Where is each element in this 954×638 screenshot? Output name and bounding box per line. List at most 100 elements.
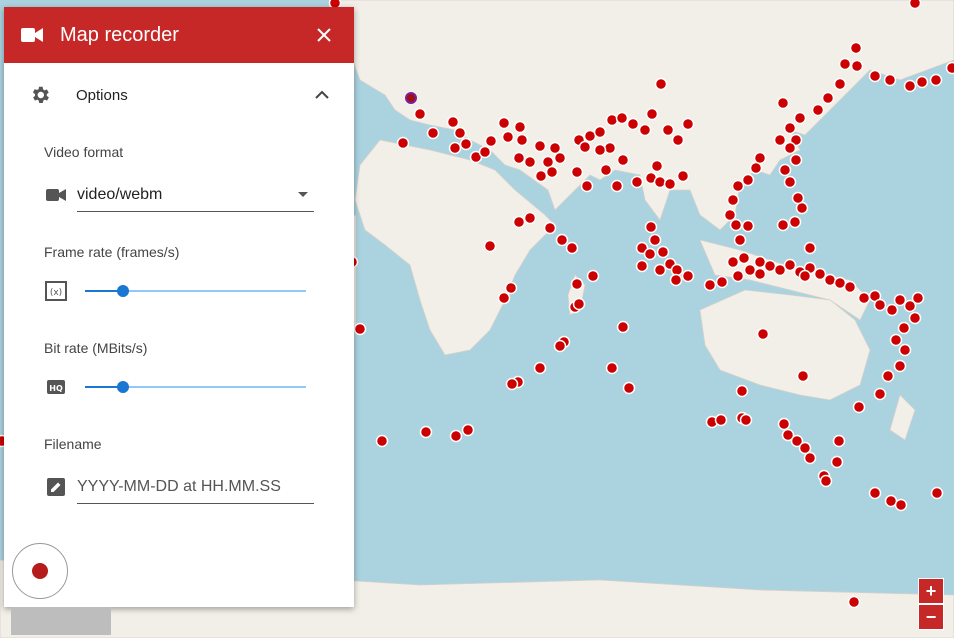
quake-marker[interactable] xyxy=(868,69,882,83)
quake-marker[interactable] xyxy=(663,177,677,191)
quake-marker[interactable] xyxy=(791,191,805,205)
quake-marker[interactable] xyxy=(453,126,467,140)
record-button[interactable] xyxy=(12,543,68,599)
quake-marker[interactable] xyxy=(741,173,755,187)
quake-marker[interactable] xyxy=(833,77,847,91)
quake-marker[interactable] xyxy=(448,141,462,155)
quake-marker[interactable] xyxy=(653,175,667,189)
quake-marker[interactable] xyxy=(504,281,518,295)
bit-rate-slider[interactable] xyxy=(85,377,306,397)
quake-marker[interactable] xyxy=(505,377,519,391)
quake-marker[interactable] xyxy=(930,486,944,500)
quake-marker[interactable] xyxy=(413,107,427,121)
quake-marker[interactable] xyxy=(565,241,579,255)
quake-marker[interactable] xyxy=(578,140,592,154)
quake-marker[interactable] xyxy=(570,277,584,291)
quake-marker[interactable] xyxy=(661,123,675,137)
quake-marker[interactable] xyxy=(857,291,871,305)
quake-marker[interactable] xyxy=(915,75,929,89)
quake-marker-selected[interactable] xyxy=(405,92,417,104)
quake-marker[interactable] xyxy=(515,133,529,147)
quake-marker[interactable] xyxy=(830,455,844,469)
quake-marker[interactable] xyxy=(843,280,857,294)
quake-marker[interactable] xyxy=(929,73,943,87)
quake-marker[interactable] xyxy=(813,267,827,281)
quake-marker[interactable] xyxy=(610,179,624,193)
quake-marker[interactable] xyxy=(850,59,864,73)
quake-marker[interactable] xyxy=(671,133,685,147)
quake-marker[interactable] xyxy=(789,153,803,167)
quake-marker[interactable] xyxy=(553,151,567,165)
quake-marker[interactable] xyxy=(849,41,863,55)
options-section-header[interactable]: Options xyxy=(4,63,354,127)
quake-marker[interactable] xyxy=(729,218,743,232)
quake-marker[interactable] xyxy=(773,263,787,277)
quake-marker[interactable] xyxy=(635,259,649,273)
quake-marker[interactable] xyxy=(616,320,630,334)
quake-marker[interactable] xyxy=(873,298,887,312)
quake-marker[interactable] xyxy=(796,369,810,383)
quake-marker[interactable] xyxy=(753,267,767,281)
quake-marker[interactable] xyxy=(885,303,899,317)
quake-marker[interactable] xyxy=(778,163,792,177)
quake-marker[interactable] xyxy=(731,179,745,193)
quake-marker[interactable] xyxy=(894,498,908,512)
quake-marker[interactable] xyxy=(375,434,389,448)
quake-marker[interactable] xyxy=(605,113,619,127)
quake-marker[interactable] xyxy=(616,153,630,167)
quake-marker[interactable] xyxy=(523,155,537,169)
quake-marker[interactable] xyxy=(737,251,751,265)
quake-marker[interactable] xyxy=(703,278,717,292)
quake-marker[interactable] xyxy=(868,486,882,500)
quake-marker[interactable] xyxy=(777,417,791,431)
quake-marker[interactable] xyxy=(572,297,586,311)
quake-marker[interactable] xyxy=(461,423,475,437)
quake-marker[interactable] xyxy=(889,333,903,347)
quake-marker[interactable] xyxy=(484,134,498,148)
quake-marker[interactable] xyxy=(838,57,852,71)
quake-marker[interactable] xyxy=(534,169,548,183)
quake-marker[interactable] xyxy=(847,595,861,609)
quake-marker[interactable] xyxy=(811,103,825,117)
quake-marker[interactable] xyxy=(650,159,664,173)
quake-marker[interactable] xyxy=(739,413,753,427)
quake-marker[interactable] xyxy=(945,61,954,75)
quake-marker[interactable] xyxy=(788,215,802,229)
quake-marker[interactable] xyxy=(483,239,497,253)
quake-marker[interactable] xyxy=(605,361,619,375)
quake-marker[interactable] xyxy=(459,137,473,151)
quake-marker[interactable] xyxy=(773,133,787,147)
quake-marker[interactable] xyxy=(883,73,897,87)
quake-marker[interactable] xyxy=(523,211,537,225)
quake-marker[interactable] xyxy=(783,258,797,272)
quake-marker[interactable] xyxy=(783,175,797,189)
quake-marker[interactable] xyxy=(714,413,728,427)
quake-marker[interactable] xyxy=(681,269,695,283)
quake-marker[interactable] xyxy=(586,269,600,283)
quake-marker[interactable] xyxy=(630,175,644,189)
frame-rate-slider[interactable] xyxy=(85,281,306,301)
quake-marker[interactable] xyxy=(643,247,657,261)
quake-marker[interactable] xyxy=(723,208,737,222)
quake-marker[interactable] xyxy=(648,233,662,247)
quake-marker[interactable] xyxy=(908,0,922,10)
quake-marker[interactable] xyxy=(783,141,797,155)
frame-rate-thumb[interactable] xyxy=(116,285,129,297)
quake-marker[interactable] xyxy=(903,79,917,93)
quake-marker[interactable] xyxy=(873,387,887,401)
quake-marker[interactable] xyxy=(512,215,526,229)
quake-marker[interactable] xyxy=(353,322,367,336)
filename-input[interactable] xyxy=(77,471,314,504)
quake-marker[interactable] xyxy=(622,381,636,395)
quake-marker[interactable] xyxy=(741,219,755,233)
quake-marker[interactable] xyxy=(593,143,607,157)
quake-marker[interactable] xyxy=(513,120,527,134)
quake-marker[interactable] xyxy=(570,165,584,179)
quake-marker[interactable] xyxy=(893,359,907,373)
quake-marker[interactable] xyxy=(615,111,629,125)
quake-marker[interactable] xyxy=(533,361,547,375)
quake-marker[interactable] xyxy=(898,343,912,357)
quake-marker[interactable] xyxy=(715,275,729,289)
quake-marker[interactable] xyxy=(653,263,667,277)
quake-marker[interactable] xyxy=(580,179,594,193)
